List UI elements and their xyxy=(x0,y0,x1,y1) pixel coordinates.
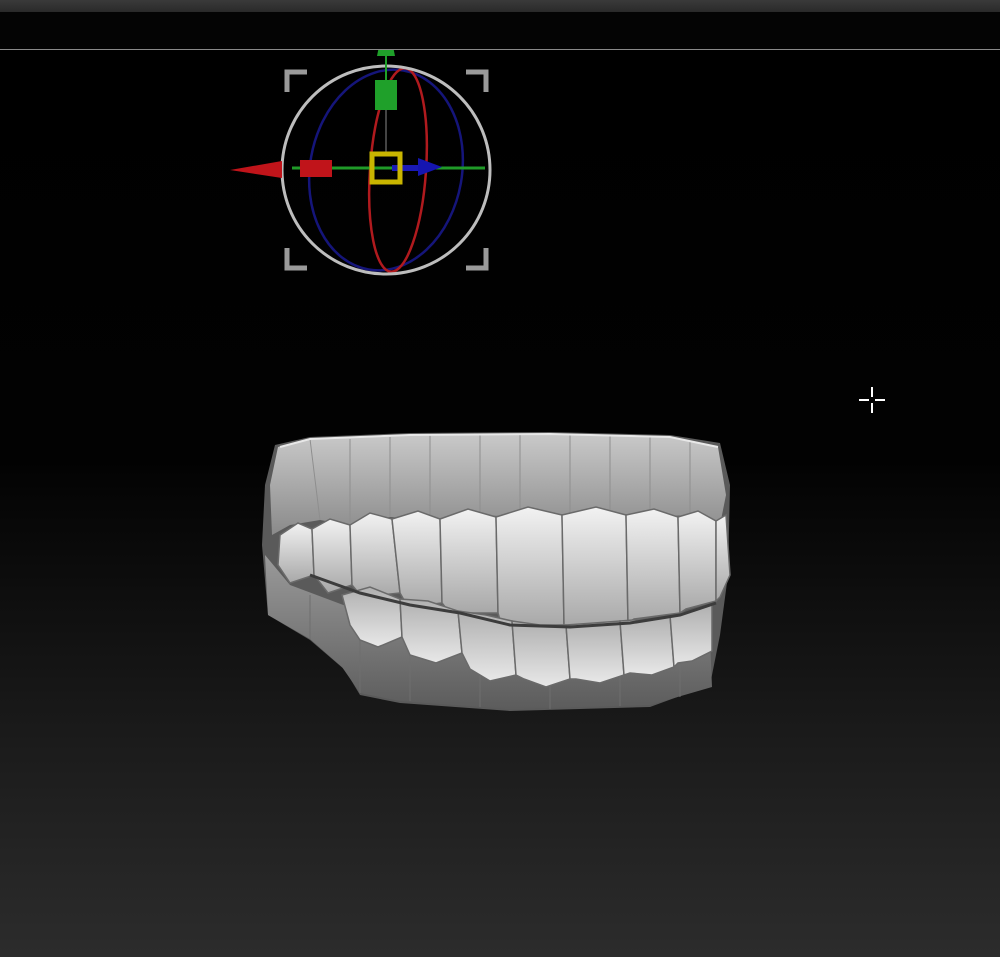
crosshair-cursor-icon xyxy=(859,387,885,413)
gizmo-y-handle[interactable] xyxy=(375,80,397,110)
gizmo-z-arrow[interactable] xyxy=(418,158,442,176)
teeth-model[interactable] xyxy=(250,425,740,725)
toolbar-area xyxy=(0,12,1000,49)
transform-gizmo-icon[interactable] xyxy=(220,50,520,290)
gizmo-y-arrow[interactable] xyxy=(377,50,395,56)
gizmo-x-arrow[interactable] xyxy=(230,161,282,178)
canvas-viewport[interactable] xyxy=(0,50,1000,957)
top-strip xyxy=(0,0,1000,12)
gizmo-x-handle[interactable] xyxy=(300,160,332,177)
